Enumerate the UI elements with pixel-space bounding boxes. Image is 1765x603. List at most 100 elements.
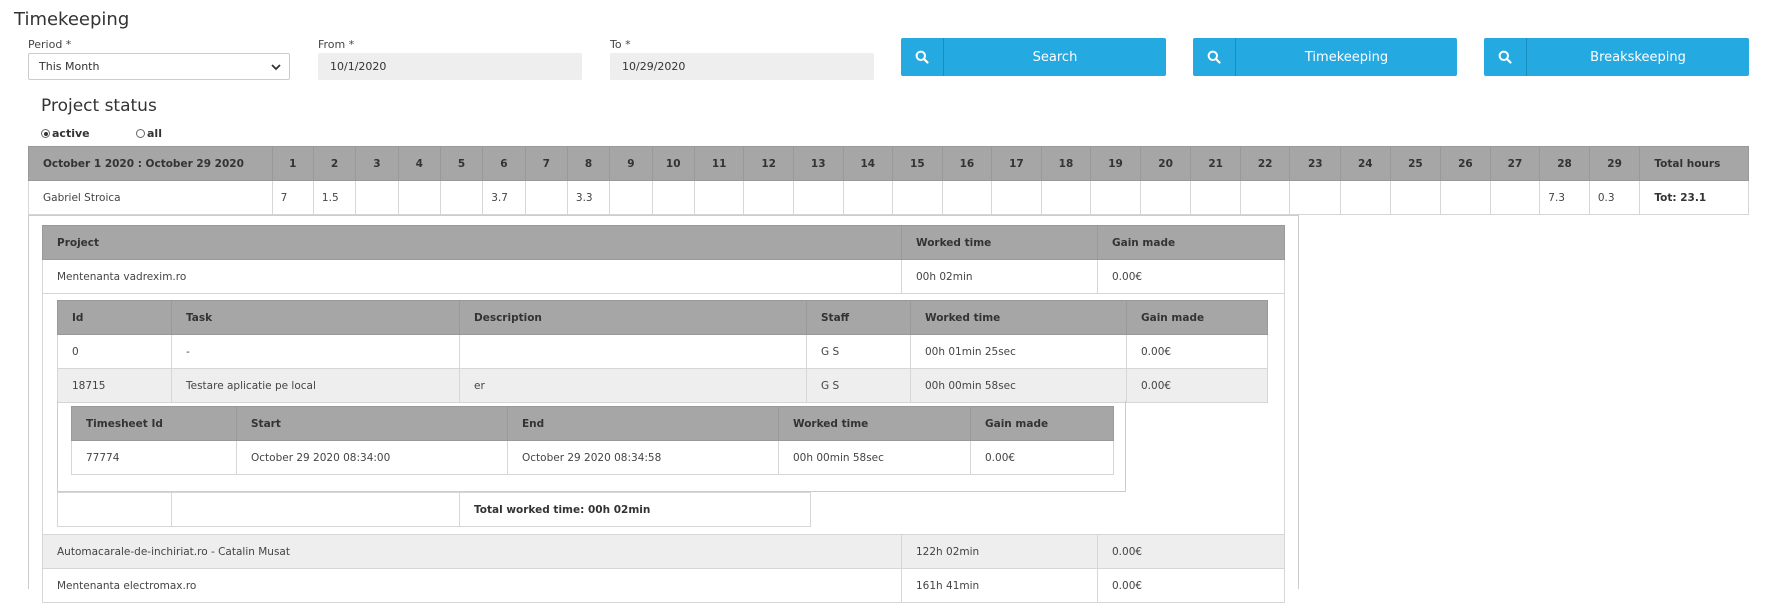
project-worked: 122h 02min	[901, 534, 1098, 569]
projects-header-worked: Worked time	[901, 225, 1098, 260]
summary-day-value	[651, 180, 695, 215]
summary-day-header: 3	[355, 146, 399, 181]
table-row: 77774 October 29 2020 08:34:00 October 2…	[71, 440, 1114, 475]
projects-header-gain: Gain made	[1097, 225, 1285, 260]
summary-day-value	[1440, 180, 1491, 215]
search-icon	[1193, 38, 1236, 76]
summary-day-header: 8	[566, 146, 611, 181]
timekeeping-button-label: Timekeeping	[1304, 49, 1389, 65]
tasks-total-table: Total worked time: 00h 02min	[57, 492, 811, 527]
summary-day-value	[1340, 180, 1391, 215]
summary-day-value	[1389, 180, 1442, 215]
summary-day-header: 17	[991, 146, 1042, 181]
tasks-header-id: Id	[57, 300, 172, 335]
tasks-header-worked: Worked time	[910, 300, 1127, 335]
table-row: Mentenanta vadrexim.ro 00h 02min 0.00€	[42, 259, 1285, 294]
tasks-header-staff: Staff	[806, 300, 911, 335]
summary-day-header: 18	[1040, 146, 1092, 181]
table-row: Total worked time: 00h 02min	[57, 492, 811, 527]
project-gain: 0.00€	[1097, 568, 1285, 603]
task-gain: 0.00€	[1126, 334, 1268, 369]
radio-all[interactable]: all	[136, 127, 162, 140]
summary-day-value	[1040, 180, 1092, 215]
task-name: -	[171, 334, 460, 369]
summary-day-value	[1190, 180, 1241, 215]
summary-day-value	[439, 180, 484, 215]
project-status-heading: Project status	[41, 96, 157, 116]
timesheet-gain: 0.00€	[970, 440, 1114, 475]
summary-day-value	[941, 180, 993, 215]
task-id: 0	[57, 334, 172, 369]
summary-day-value	[693, 180, 745, 215]
breakskeeping-button-label: Breakskeeping	[1590, 49, 1686, 65]
project-name: Mentenanta electromax.ro	[42, 568, 902, 603]
summary-day-header: 23	[1289, 146, 1342, 181]
table-row: Mentenanta electromax.ro 161h 41min 0.00…	[42, 568, 1285, 603]
radio-active[interactable]: active	[41, 127, 90, 140]
tasks-header-gain: Gain made	[1126, 300, 1268, 335]
from-date-input[interactable]: 10/1/2020	[318, 53, 582, 80]
total-worked-time: Total worked time: 00h 02min	[459, 492, 811, 527]
summary-day-header: 27	[1489, 146, 1541, 181]
project-gain: 0.00€	[1097, 259, 1285, 294]
task-staff: G S	[806, 368, 911, 403]
radio-all-label: all	[147, 127, 162, 140]
summary-day-header: 16	[941, 146, 993, 181]
projects-header-project: Project	[42, 225, 902, 260]
radio-active-label: active	[52, 127, 90, 140]
project-gain: 0.00€	[1097, 534, 1285, 569]
task-description	[459, 334, 807, 369]
search-button-label: Search	[1032, 49, 1078, 65]
total-spacer	[171, 492, 460, 527]
search-icon	[1484, 38, 1527, 76]
summary-day-value: 3.3	[566, 180, 611, 215]
breakskeeping-button[interactable]: Breakskeeping	[1484, 38, 1749, 76]
summary-day-header: 19	[1090, 146, 1141, 181]
search-button[interactable]: Search	[901, 38, 1166, 76]
summary-day-value	[609, 180, 653, 215]
timesheet-id: 77774	[71, 440, 237, 475]
summary-day-value	[892, 180, 943, 215]
daily-summary-table: October 1 2020 : October 29 2020 1 2 3 4 5 6 7 8…	[28, 146, 1749, 215]
summary-staff-name: Gabriel Stroica	[28, 180, 273, 215]
task-name: Testare aplicatie pe local	[171, 368, 460, 403]
timekeeping-button[interactable]: Timekeeping	[1193, 38, 1457, 76]
summary-day-value: 7	[271, 180, 314, 215]
timesheet-header-worked: Worked time	[778, 406, 971, 441]
summary-day-header: 14	[842, 146, 894, 181]
task-id: 18715	[57, 368, 172, 403]
period-select-value: This Month	[39, 60, 100, 73]
summary-day-header: 4	[397, 146, 441, 181]
summary-day-value	[1239, 180, 1291, 215]
timesheet-start: October 29 2020 08:34:00	[236, 440, 508, 475]
tasks-header-task: Task	[171, 300, 460, 335]
tasks-header-description: Description	[459, 300, 807, 335]
summary-day-header: 11	[693, 146, 745, 181]
task-worked: 00h 01min 25sec	[910, 334, 1127, 369]
summary-range-header: October 1 2020 : October 29 2020	[28, 146, 273, 181]
summary-day-value	[743, 180, 794, 215]
summary-day-header: 28	[1539, 146, 1590, 181]
summary-day-value: 3.7	[482, 180, 526, 215]
summary-day-header: 21	[1190, 146, 1241, 181]
period-select[interactable]: This Month	[28, 53, 290, 80]
project-worked: 00h 02min	[901, 259, 1098, 294]
summary-day-value	[792, 180, 844, 215]
timesheet-worked: 00h 00min 58sec	[778, 440, 971, 475]
summary-day-value: 0.3	[1588, 180, 1641, 215]
summary-day-header: 15	[892, 146, 943, 181]
timesheet-header-gain: Gain made	[970, 406, 1114, 441]
from-label: From *	[318, 38, 355, 51]
summary-day-value	[842, 180, 894, 215]
period-label: Period *	[28, 38, 72, 51]
summary-total-value: Tot: 23.1	[1639, 180, 1749, 215]
radio-all-circle[interactable]	[136, 129, 145, 138]
summary-day-header: 1	[271, 146, 314, 181]
summary-day-header: 9	[609, 146, 653, 181]
summary-day-value	[397, 180, 441, 215]
total-spacer	[57, 492, 172, 527]
search-icon	[901, 38, 944, 76]
radio-active-circle[interactable]	[41, 129, 50, 138]
to-date-input[interactable]: 10/29/2020	[610, 53, 874, 80]
summary-day-header: 2	[312, 146, 357, 181]
